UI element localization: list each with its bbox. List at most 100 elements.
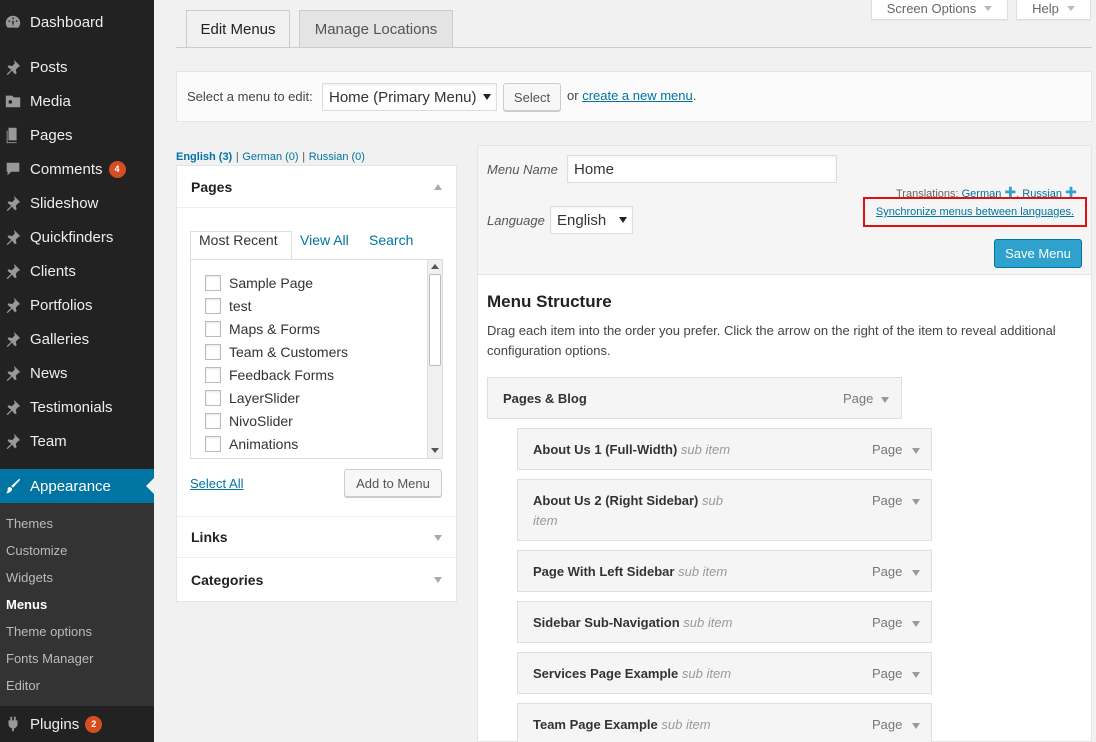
screen-options-label: Screen Options	[886, 1, 977, 16]
tab-edit-menus[interactable]: Edit Menus	[186, 10, 290, 47]
checkbox[interactable]	[205, 413, 221, 429]
sidebar-item-news[interactable]: News	[0, 356, 154, 390]
expand-arrow-icon[interactable]	[912, 499, 920, 505]
page-label: LayerSlider	[229, 390, 300, 406]
list-item: Animations	[205, 434, 298, 454]
pages-section-header[interactable]: Pages	[177, 166, 456, 208]
expand-arrow-icon[interactable]	[912, 448, 920, 454]
menu-select-bar: Select a menu to edit: Home (Primary Men…	[176, 71, 1092, 122]
expand-arrow-icon[interactable]	[434, 577, 442, 583]
checkbox[interactable]	[205, 275, 221, 291]
checkbox[interactable]	[205, 390, 221, 406]
expand-arrow-icon[interactable]	[912, 621, 920, 627]
menu-item-type: Page	[872, 493, 903, 508]
sub-item-label: sub item	[661, 717, 711, 732]
menu-item-title: Page With Left Sidebar	[533, 564, 675, 579]
checkbox[interactable]	[205, 436, 221, 452]
checkbox[interactable]	[205, 367, 221, 383]
sidebar-item-plugins[interactable]: Plugins 2	[0, 707, 154, 741]
page-list-scrollbar[interactable]	[427, 260, 442, 458]
select-all-link[interactable]: Select All	[190, 476, 243, 491]
menu-item-title: About Us 1 (Full-Width)	[533, 442, 678, 457]
checkbox[interactable]	[205, 321, 221, 337]
menu-item-sidebar-subnav[interactable]: Sidebar Sub-Navigation sub item Page	[517, 601, 932, 643]
create-new-menu-link[interactable]: create a new menu	[582, 88, 693, 103]
submenu-editor[interactable]: Editor	[6, 678, 40, 693]
menu-item-team[interactable]: Team Page Example sub item Page	[517, 703, 932, 742]
screen-options-button[interactable]: Screen Options	[871, 0, 1008, 20]
menu-item-type: Page	[872, 564, 903, 579]
sidebar-item-media[interactable]: Media	[0, 84, 154, 118]
sub-item-label: sub	[702, 493, 723, 508]
sidebar-item-pages[interactable]: Pages	[0, 118, 154, 152]
sidebar-item-quickfinders[interactable]: Quickfinders	[0, 220, 154, 254]
links-section-header[interactable]: Links	[177, 516, 456, 558]
menu-item-left-sidebar[interactable]: Page With Left Sidebar sub item Page	[517, 550, 932, 592]
sidebar-item-dashboard[interactable]: Dashboard	[0, 5, 154, 39]
tab-search[interactable]: Search	[369, 232, 413, 248]
sidebar-item-label: Dashboard	[30, 13, 104, 31]
sidebar-item-portfolios[interactable]: Portfolios	[0, 288, 154, 322]
expand-arrow-icon[interactable]	[881, 397, 889, 403]
menu-item-about-us-1[interactable]: About Us 1 (Full-Width) sub item Page	[517, 428, 932, 470]
expand-arrow-icon[interactable]	[912, 723, 920, 729]
submenu-menus[interactable]: Menus	[6, 597, 47, 612]
menu-item-about-us-2[interactable]: About Us 2 (Right Sidebar) sub item Page	[517, 479, 932, 541]
appearance-submenu: Themes Customize Widgets Menus Theme opt…	[0, 503, 154, 706]
sidebar-item-label: Clients	[30, 262, 76, 280]
categories-section-header[interactable]: Categories	[177, 559, 456, 601]
lang-link-russian[interactable]: Russian (0)	[309, 151, 365, 163]
save-menu-button[interactable]: Save Menu	[994, 239, 1082, 268]
menu-select-dropdown[interactable]: Home (Primary Menu)	[322, 83, 497, 111]
sidebar-item-testimonials[interactable]: Testimonials	[0, 390, 154, 424]
list-item: Maps & Forms	[205, 319, 320, 339]
expand-arrow-icon[interactable]	[912, 672, 920, 678]
list-item: NivoSlider	[205, 411, 293, 431]
sidebar-item-clients[interactable]: Clients	[0, 254, 154, 288]
lang-link-german[interactable]: German (0)	[242, 151, 298, 163]
expand-arrow-icon[interactable]	[912, 570, 920, 576]
tab-manage-locations[interactable]: Manage Locations	[299, 10, 453, 47]
submenu-widgets[interactable]: Widgets	[6, 570, 53, 585]
sidebar-item-comments[interactable]: Comments 4	[0, 152, 154, 186]
plug-icon	[3, 714, 23, 734]
pages-accordion: Pages Most Recent View All Search Sample…	[176, 165, 457, 602]
select-button[interactable]: Select	[503, 83, 561, 111]
sidebar-item-team[interactable]: Team	[0, 424, 154, 458]
help-button[interactable]: Help	[1016, 0, 1091, 20]
sidebar-item-label: Quickfinders	[30, 228, 114, 246]
checkbox[interactable]	[205, 344, 221, 360]
lang-link-english[interactable]: English (3)	[176, 151, 232, 163]
sidebar-item-galleries[interactable]: Galleries	[0, 322, 154, 356]
submenu-themes[interactable]: Themes	[6, 516, 53, 531]
menu-item-services[interactable]: Services Page Example sub item Page	[517, 652, 932, 694]
menu-item-title-row: About Us 2 (Right Sidebar) sub	[533, 493, 743, 508]
sidebar-item-posts[interactable]: Posts	[0, 50, 154, 84]
caret-down-icon	[1066, 6, 1075, 11]
menu-item-title-row: About Us 1 (Full-Width) sub item	[533, 442, 730, 457]
menu-name-input[interactable]: Home	[567, 155, 837, 183]
sidebar-item-appearance[interactable]: Appearance	[0, 469, 154, 503]
add-to-menu-button[interactable]: Add to Menu	[344, 469, 442, 497]
checkbox[interactable]	[205, 298, 221, 314]
tab-view-all[interactable]: View All	[300, 232, 349, 248]
tab-most-recent[interactable]: Most Recent	[199, 232, 278, 248]
submenu-fonts-manager[interactable]: Fonts Manager	[6, 651, 93, 666]
synchronize-menus-link[interactable]: Synchronize menus between languages.	[876, 206, 1074, 218]
language-select[interactable]: English	[550, 206, 633, 234]
page-label: Sample Page	[229, 275, 314, 291]
submenu-customize[interactable]: Customize	[6, 543, 67, 558]
menu-item-type: Page	[872, 442, 903, 457]
submenu-theme-options[interactable]: Theme options	[6, 624, 92, 639]
menu-item-title: Sidebar Sub-Navigation	[533, 615, 680, 630]
collapse-arrow-icon[interactable]	[434, 184, 442, 190]
scroll-up-icon[interactable]	[431, 264, 439, 269]
scroll-thumb[interactable]	[429, 274, 441, 366]
sidebar-item-slideshow[interactable]: Slideshow	[0, 186, 154, 220]
page-label: NivoSlider	[229, 413, 293, 429]
sidebar-item-label: Galleries	[30, 330, 90, 348]
page-label: Maps & Forms	[229, 321, 321, 337]
scroll-down-icon[interactable]	[431, 448, 439, 453]
expand-arrow-icon[interactable]	[434, 535, 442, 541]
menu-item-pages-blog[interactable]: Pages & Blog Page	[487, 377, 902, 419]
